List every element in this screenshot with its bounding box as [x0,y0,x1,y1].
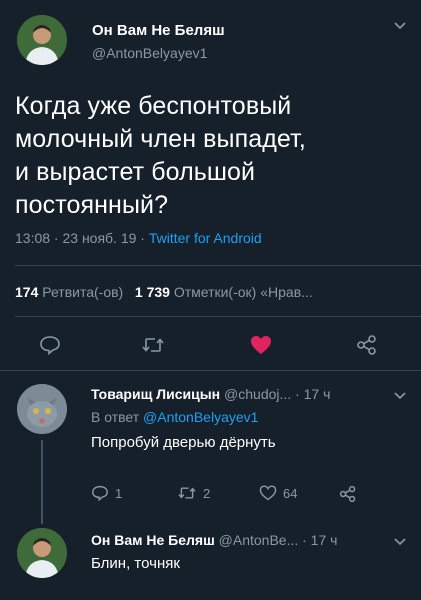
retweet-icon [142,338,164,352]
chevron-down-icon[interactable] [393,388,407,406]
divider [15,316,421,317]
tweet-source-link[interactable]: Twitter for Android [149,230,262,246]
author-handle[interactable]: @AntonBelyayev1 [92,45,207,61]
likes-label[interactable]: Отметки(-ок) «Нрав... [174,284,313,300]
divider [0,370,421,371]
reply-header: Он Вам Не Беляш @AntonBe... · 17 ч [91,532,337,548]
retweet-button[interactable] [138,333,168,357]
reply-author-name[interactable]: Товарищ Лисицын [91,386,220,402]
reply-context: В ответ @AntonBelyayev1 [91,409,258,425]
reply-like-button[interactable]: 64 [259,485,297,501]
tweet-text-line: Когда уже беспонтовый [15,92,292,120]
share-icon [339,485,356,503]
reply-header: Товарищ Лисицын @chudoj... · 17 ч [91,386,330,402]
share-icon [357,335,376,355]
tweet-text-line: молочный член выпадет, [15,125,306,153]
tweet-text: Когда уже беспонтовый молочный член выпа… [15,90,415,222]
heart-icon [259,485,277,501]
tweet-text-line: и вырастет большой [15,158,256,186]
author-name[interactable]: Он Вам Не Беляш [92,22,225,39]
comment-icon [92,485,108,501]
reply-action-bar: 1 2 64 [91,485,391,505]
reply-context-handle[interactable]: @AntonBelyayev1 [143,409,258,425]
reply-author-handle[interactable]: @AntonBe... · 17 ч [219,532,338,548]
retweets-label[interactable]: Ретвита(-ов) [42,284,123,300]
reply-share-button[interactable] [339,485,357,506]
reply-avatar[interactable] [17,384,67,434]
like-count: 64 [283,485,298,501]
reply-count: 1 [115,485,123,501]
reply-comment-button[interactable]: 1 [91,485,122,501]
tweet-time: 13:08 · 23 нояб. 19 · [15,230,149,246]
reply-text: Попробуй дверью дёрнуть [91,434,276,451]
comment-icon [40,336,60,355]
reply-context-prefix: В ответ [91,409,144,425]
retweets-count[interactable]: 174 [15,284,38,300]
reply-avatar[interactable] [17,528,67,578]
reply-button[interactable] [35,333,65,357]
reply-author-handle[interactable]: @chudoj... · 17 ч [224,386,330,402]
tweet-text-line: постоянный? [15,191,169,219]
author-avatar[interactable] [17,15,67,65]
chevron-down-icon[interactable] [393,534,407,552]
retweet-icon [178,487,196,499]
thread-line [41,440,43,524]
likes-count[interactable]: 1 739 [135,284,170,300]
reply-retweet-button[interactable]: 2 [177,485,210,501]
retweet-count: 2 [203,485,211,501]
like-button[interactable] [246,333,276,357]
tweet-meta: 13:08 · 23 нояб. 19 · Twitter for Androi… [15,230,262,246]
divider [15,265,421,266]
chevron-down-icon[interactable] [393,18,407,36]
tweet-stats: 174 Ретвита(-ов) 1 739 Отметки(-ок) «Нра… [15,284,313,300]
heart-filled-icon [251,336,271,354]
reply-author-name[interactable]: Он Вам Не Беляш [91,532,215,548]
reply-text: Блин, точняк [91,555,180,572]
share-button[interactable] [352,333,382,357]
